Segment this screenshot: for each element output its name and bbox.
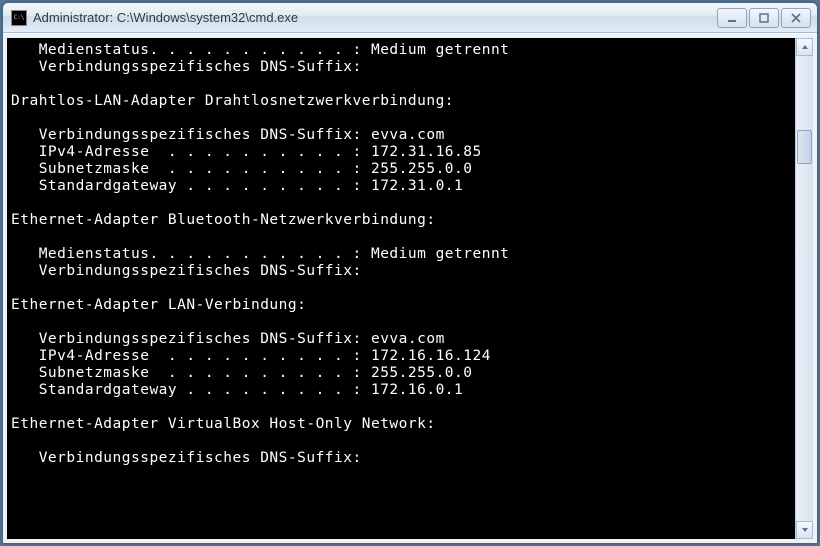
minimize-button[interactable] xyxy=(717,8,747,28)
minimize-icon xyxy=(727,13,737,23)
close-icon xyxy=(791,13,801,23)
console-output: Medienstatus. . . . . . . . . . . : Medi… xyxy=(7,38,795,539)
cmd-window: Administrator: C:\Windows\system32\cmd.e… xyxy=(2,2,818,544)
client-area: Medienstatus. . . . . . . . . . . : Medi… xyxy=(3,33,817,543)
maximize-button[interactable] xyxy=(749,8,779,28)
chevron-up-icon xyxy=(801,43,809,51)
vertical-scrollbar[interactable] xyxy=(795,38,813,539)
titlebar[interactable]: Administrator: C:\Windows\system32\cmd.e… xyxy=(3,3,817,33)
scroll-up-button[interactable] xyxy=(796,38,813,56)
window-controls xyxy=(717,8,811,28)
cmd-icon xyxy=(11,10,27,26)
scroll-down-button[interactable] xyxy=(796,521,813,539)
scrollbar-thumb[interactable] xyxy=(797,130,812,164)
window-title: Administrator: C:\Windows\system32\cmd.e… xyxy=(33,10,717,25)
close-button[interactable] xyxy=(781,8,811,28)
scrollbar-track[interactable] xyxy=(796,56,813,521)
maximize-icon xyxy=(759,13,769,23)
chevron-down-icon xyxy=(801,526,809,534)
